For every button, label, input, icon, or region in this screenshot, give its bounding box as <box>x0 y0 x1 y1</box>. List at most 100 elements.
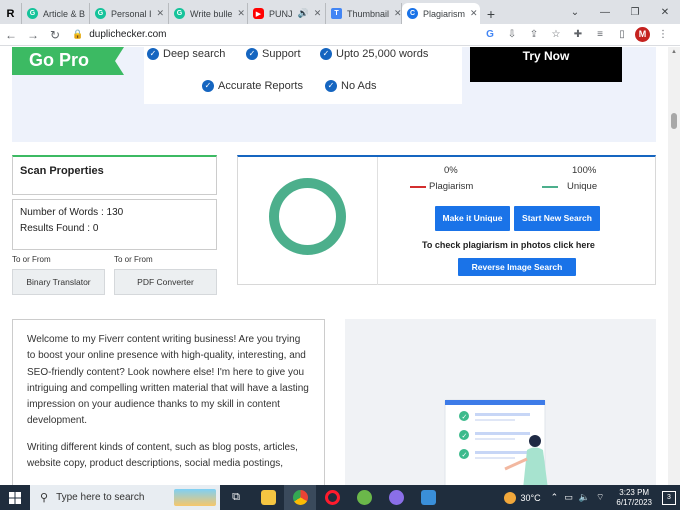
notification-icon[interactable]: 3 <box>662 490 676 505</box>
promo-banner: Go Pro ✓ Deep search ✓ Support ✓ Upto 25,00… <box>12 47 656 142</box>
opera-icon[interactable] <box>316 485 348 510</box>
plagiarism-percent: 0% <box>444 165 458 176</box>
speaker-icon[interactable]: 🔊 <box>298 8 309 19</box>
taskbar-search[interactable]: ⚲ Type here to search <box>30 485 220 510</box>
svg-text:✓: ✓ <box>462 433 468 440</box>
photo-check-link[interactable]: To check plagiarism in photos click here <box>422 240 595 250</box>
unique-percent: 100% <box>572 165 597 176</box>
check-icon: ✓ <box>202 80 214 92</box>
tab-thumbnail[interactable]: T Thumbnail ✕ <box>326 3 402 24</box>
content-paragraph: Welcome to my Fiverr content writing bus… <box>27 334 309 427</box>
check-icon: ✓ <box>320 48 332 60</box>
tab-label: Write bulle <box>190 8 233 19</box>
tab-bar: R G Article & B ✕ G Personal I ✕ G Write… <box>0 0 680 24</box>
binary-translator-button[interactable]: Binary Translator <box>12 269 105 295</box>
windows-taskbar: ⚲ Type here to search ⧉ 30°C ⌃ ▭ 🔈 ⌔ 3:2… <box>0 485 680 510</box>
task-view-icon[interactable]: ⧉ <box>220 485 252 510</box>
extensions-icon[interactable]: ✚ <box>569 29 587 40</box>
reading-list-icon[interactable]: ≡ <box>591 29 609 40</box>
beach-illustration-icon <box>174 489 216 506</box>
go-pro-badge[interactable]: Go Pro <box>12 47 124 75</box>
weather-widget[interactable]: 30°C <box>503 491 541 504</box>
file-explorer-icon[interactable] <box>252 485 284 510</box>
close-icon[interactable]: ✕ <box>394 8 401 19</box>
share-icon[interactable]: ⇪ <box>525 29 543 40</box>
results-found: Results Found : 0 <box>20 223 99 234</box>
utorrent-icon[interactable] <box>348 485 380 510</box>
to-or-from-label: To or From <box>12 255 51 264</box>
url-text: duplichecker.com <box>89 29 167 40</box>
scroll-up-icon[interactable]: ▲ <box>671 49 677 55</box>
close-icon[interactable]: ✕ <box>237 8 245 19</box>
tab-punj[interactable]: ▶ PUNJ 🔊 ✕ <box>248 3 326 24</box>
bookmark-star-icon[interactable]: ☆ <box>547 29 565 40</box>
content-paragraph: Writing different kinds of content, such… <box>27 441 298 470</box>
back-icon[interactable]: ← <box>0 28 22 42</box>
maximize-icon[interactable]: ❐ <box>620 7 650 18</box>
forward-icon[interactable]: → <box>22 28 44 42</box>
feature-words: ✓ Upto 25,000 words <box>320 48 428 60</box>
clock[interactable]: 3:23 PM 6/17/2023 <box>616 488 652 508</box>
close-icon[interactable]: ✕ <box>470 8 478 19</box>
windows-start-icon[interactable] <box>0 491 30 504</box>
reverse-image-search-button[interactable]: Reverse Image Search <box>458 258 576 276</box>
tab-label: Plagiarism <box>423 8 466 19</box>
plagiarism-legend: Plagiarism <box>410 181 473 192</box>
check-icon: ✓ <box>325 80 337 92</box>
tab-article[interactable]: G Article & B ✕ <box>22 3 90 24</box>
close-window-icon[interactable]: ✕ <box>650 7 680 18</box>
web-page: Go Pro ✓ Deep search ✓ Support ✓ Upto 25,00… <box>0 47 668 485</box>
pro-features: ✓ Deep search ✓ Support ✓ Upto 25,000 words… <box>144 47 462 104</box>
address-bar: ← → ↻ 🔒 duplichecker.com G ⇩ ⇪ ☆ ✚ ≡ ▯ M… <box>0 24 680 46</box>
scan-properties-header: Scan Properties <box>12 155 217 195</box>
plagiarism-result-panel: 0% 100% Plagiarism Unique Make it Unique… <box>237 155 656 285</box>
scan-properties-title: Scan Properties <box>20 165 104 177</box>
scroll-thumb[interactable] <box>671 113 677 129</box>
unique-swatch <box>542 185 558 188</box>
feature-accurate-reports: ✓ Accurate Reports <box>202 80 303 92</box>
side-panel-icon[interactable]: ▯ <box>613 29 631 40</box>
divider <box>377 157 378 285</box>
minimize-icon[interactable]: — <box>590 7 620 18</box>
feature-no-ads: ✓ No Ads <box>325 80 376 92</box>
tab-label: Thumbnail <box>347 8 390 19</box>
make-it-unique-button[interactable]: Make it Unique <box>435 206 510 231</box>
url-field[interactable]: 🔒 duplichecker.com <box>72 29 166 40</box>
wifi-icon[interactable]: ⌔ <box>596 492 604 503</box>
photos-icon[interactable] <box>412 485 444 510</box>
tab-label: PUNJ <box>269 8 293 19</box>
page-scrollbar[interactable]: ▲ <box>668 47 680 485</box>
tab-personal[interactable]: G Personal I ✕ <box>90 3 169 24</box>
close-icon[interactable]: ✕ <box>157 8 165 19</box>
new-tab-button[interactable]: + <box>480 3 502 24</box>
volume-icon[interactable]: 🔈 <box>579 492 590 503</box>
grammarly-icon: G <box>27 8 38 19</box>
weather-sun-icon <box>503 491 516 504</box>
lock-icon[interactable]: 🔒 <box>72 29 83 40</box>
youtube-icon: ▶ <box>253 8 264 19</box>
system-tray: 30°C ⌃ ▭ 🔈 ⌔ 3:23 PM 6/17/2023 3 <box>503 488 680 508</box>
reload-icon[interactable]: ↻ <box>44 28 66 42</box>
close-icon[interactable]: ✕ <box>314 8 322 19</box>
chevron-down-icon[interactable]: ⌄ <box>560 7 590 18</box>
google-lens-icon[interactable]: G <box>481 29 499 40</box>
svg-text:✓: ✓ <box>462 452 468 459</box>
tab-plagiarism[interactable]: C Plagiarism ✕ <box>402 3 480 24</box>
search-icon: ⚲ <box>40 492 49 504</box>
start-new-search-button[interactable]: Start New Search <box>514 206 600 231</box>
tab-write[interactable]: G Write bulle ✕ <box>169 3 248 24</box>
content-text-area[interactable]: Welcome to my Fiverr content writing bus… <box>12 319 325 485</box>
chrome-icon[interactable] <box>284 485 316 510</box>
pdf-converter-button[interactable]: PDF Converter <box>114 269 217 295</box>
chevron-up-icon[interactable]: ⌃ <box>551 492 559 503</box>
network-icon[interactable]: ▭ <box>564 492 573 503</box>
tab-r[interactable]: R <box>0 3 22 24</box>
try-now-button[interactable]: Try Now <box>470 47 622 82</box>
menu-icon[interactable]: ⋮ <box>654 29 672 40</box>
tab-label: Personal I <box>111 8 152 19</box>
install-icon[interactable]: ⇩ <box>503 29 521 40</box>
avatar[interactable]: M <box>635 27 650 42</box>
discord-icon[interactable] <box>380 485 412 510</box>
unique-legend: Unique <box>542 181 597 192</box>
check-icon: ✓ <box>246 48 258 60</box>
